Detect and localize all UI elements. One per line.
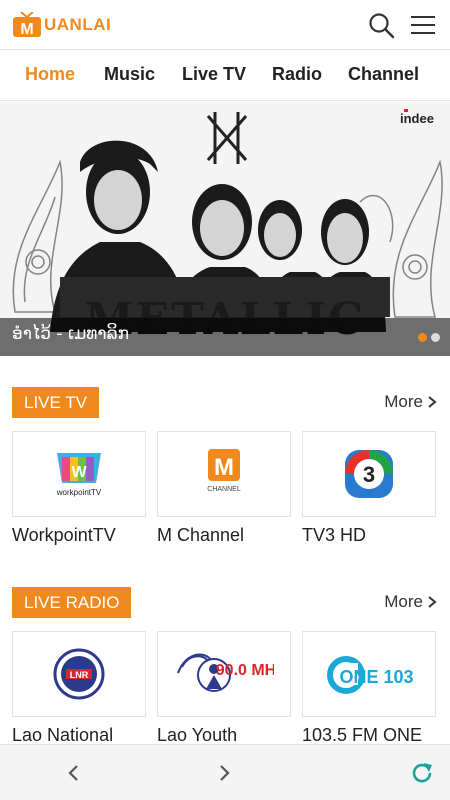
carousel-dot[interactable] bbox=[431, 333, 440, 342]
station-thumbnail: LNR bbox=[12, 631, 146, 717]
svg-text:M: M bbox=[214, 454, 234, 481]
station-thumbnail: 90.0 MHz bbox=[157, 631, 291, 717]
station-name: Lao Youth bbox=[157, 725, 238, 745]
channel-thumbnail: 3 bbox=[302, 431, 436, 517]
browser-bottom-bar bbox=[0, 744, 450, 800]
workpoint-logo: W workpointTV bbox=[56, 453, 102, 497]
channel-name: TV3 HD bbox=[302, 525, 367, 545]
more-label: More bbox=[384, 392, 423, 411]
channel-name: M Channel bbox=[157, 525, 245, 545]
chevron-right-icon bbox=[428, 596, 437, 608]
chevron-right-icon bbox=[428, 396, 437, 408]
svg-text:W: W bbox=[71, 464, 87, 481]
radio-card-lao-youth[interactable]: 90.0 MHz Lao Youth bbox=[157, 631, 291, 746]
channel-name: WorkpointTV bbox=[12, 525, 116, 545]
tv-card-m-channel[interactable]: M CHANNEL M Channel bbox=[157, 431, 291, 546]
indee-logo: indee bbox=[400, 109, 434, 126]
banner-caption: ອຳໄວ້ - ເມທາລິກ bbox=[0, 318, 450, 356]
banner-title: ອຳໄວ້ - ເມທາລິກ bbox=[12, 324, 130, 344]
app-header: M UANLAI bbox=[0, 0, 450, 50]
tv-card-workpoint[interactable]: W workpointTV WorkpointTV bbox=[12, 431, 146, 546]
svg-text:90.0 MHz: 90.0 MHz bbox=[216, 662, 274, 679]
tv-card-tv3[interactable]: 3 TV3 HD bbox=[302, 431, 436, 546]
svg-text:M: M bbox=[20, 21, 33, 38]
category-tabs: Home Music Live TV Radio Channel bbox=[0, 50, 450, 101]
channel-thumbnail: W workpointTV bbox=[12, 431, 146, 517]
station-thumbnail: ONE 103.5 bbox=[302, 631, 436, 717]
svg-text:workpointTV: workpointTV bbox=[56, 488, 102, 497]
svg-text:CHANNEL: CHANNEL bbox=[207, 486, 241, 493]
live-radio-more-link[interactable]: More bbox=[384, 592, 438, 612]
carousel-dot-active[interactable] bbox=[418, 333, 427, 342]
station-name: 103.5 FM ONE bbox=[302, 725, 423, 745]
radio-card-one[interactable]: ONE 103.5 103.5 FM ONE bbox=[302, 631, 436, 746]
app-logo[interactable]: M UANLAI bbox=[12, 10, 111, 40]
channel-thumbnail: M CHANNEL bbox=[157, 431, 291, 517]
tab-live-tv[interactable]: Live TV bbox=[182, 64, 246, 85]
search-icon[interactable] bbox=[366, 10, 396, 40]
lao-youth-logo: 90.0 MHz bbox=[177, 653, 274, 692]
tab-home[interactable]: Home bbox=[25, 64, 75, 85]
chevron-right-icon[interactable] bbox=[210, 759, 238, 787]
featured-banner[interactable]: METALLIC indee ອຳໄວ້ - ເມທາລິກ bbox=[0, 102, 450, 356]
live-tv-more-link[interactable]: More bbox=[384, 392, 438, 412]
logo-text: UANLAI bbox=[44, 15, 112, 34]
more-label: More bbox=[384, 592, 423, 611]
live-radio-tag: LIVE RADIO bbox=[12, 587, 132, 618]
tab-radio[interactable]: Radio bbox=[272, 64, 322, 85]
tv-logo-icon: M bbox=[13, 12, 41, 38]
m-channel-logo: M CHANNEL bbox=[207, 449, 241, 493]
hamburger-menu-icon[interactable] bbox=[408, 10, 438, 40]
svg-text:LNR: LNR bbox=[70, 670, 89, 680]
station-name: Lao National bbox=[12, 725, 114, 745]
radio-card-lao-national[interactable]: LNR Lao National bbox=[12, 631, 146, 746]
lnr-logo: LNR bbox=[53, 648, 105, 700]
live-tv-tag: LIVE TV bbox=[12, 387, 99, 418]
svg-text:3: 3 bbox=[363, 462, 375, 487]
tv3-logo: 3 bbox=[345, 450, 393, 498]
svg-text:ONE 103.5: ONE 103.5 bbox=[339, 667, 414, 687]
svg-text:indee: indee bbox=[400, 111, 434, 126]
tab-music[interactable]: Music bbox=[104, 64, 155, 85]
one-fm-logo: ONE 103.5 bbox=[327, 656, 414, 694]
refresh-icon[interactable] bbox=[408, 759, 436, 787]
tab-channel[interactable]: Channel bbox=[348, 64, 419, 85]
chevron-left-icon[interactable] bbox=[60, 759, 88, 787]
